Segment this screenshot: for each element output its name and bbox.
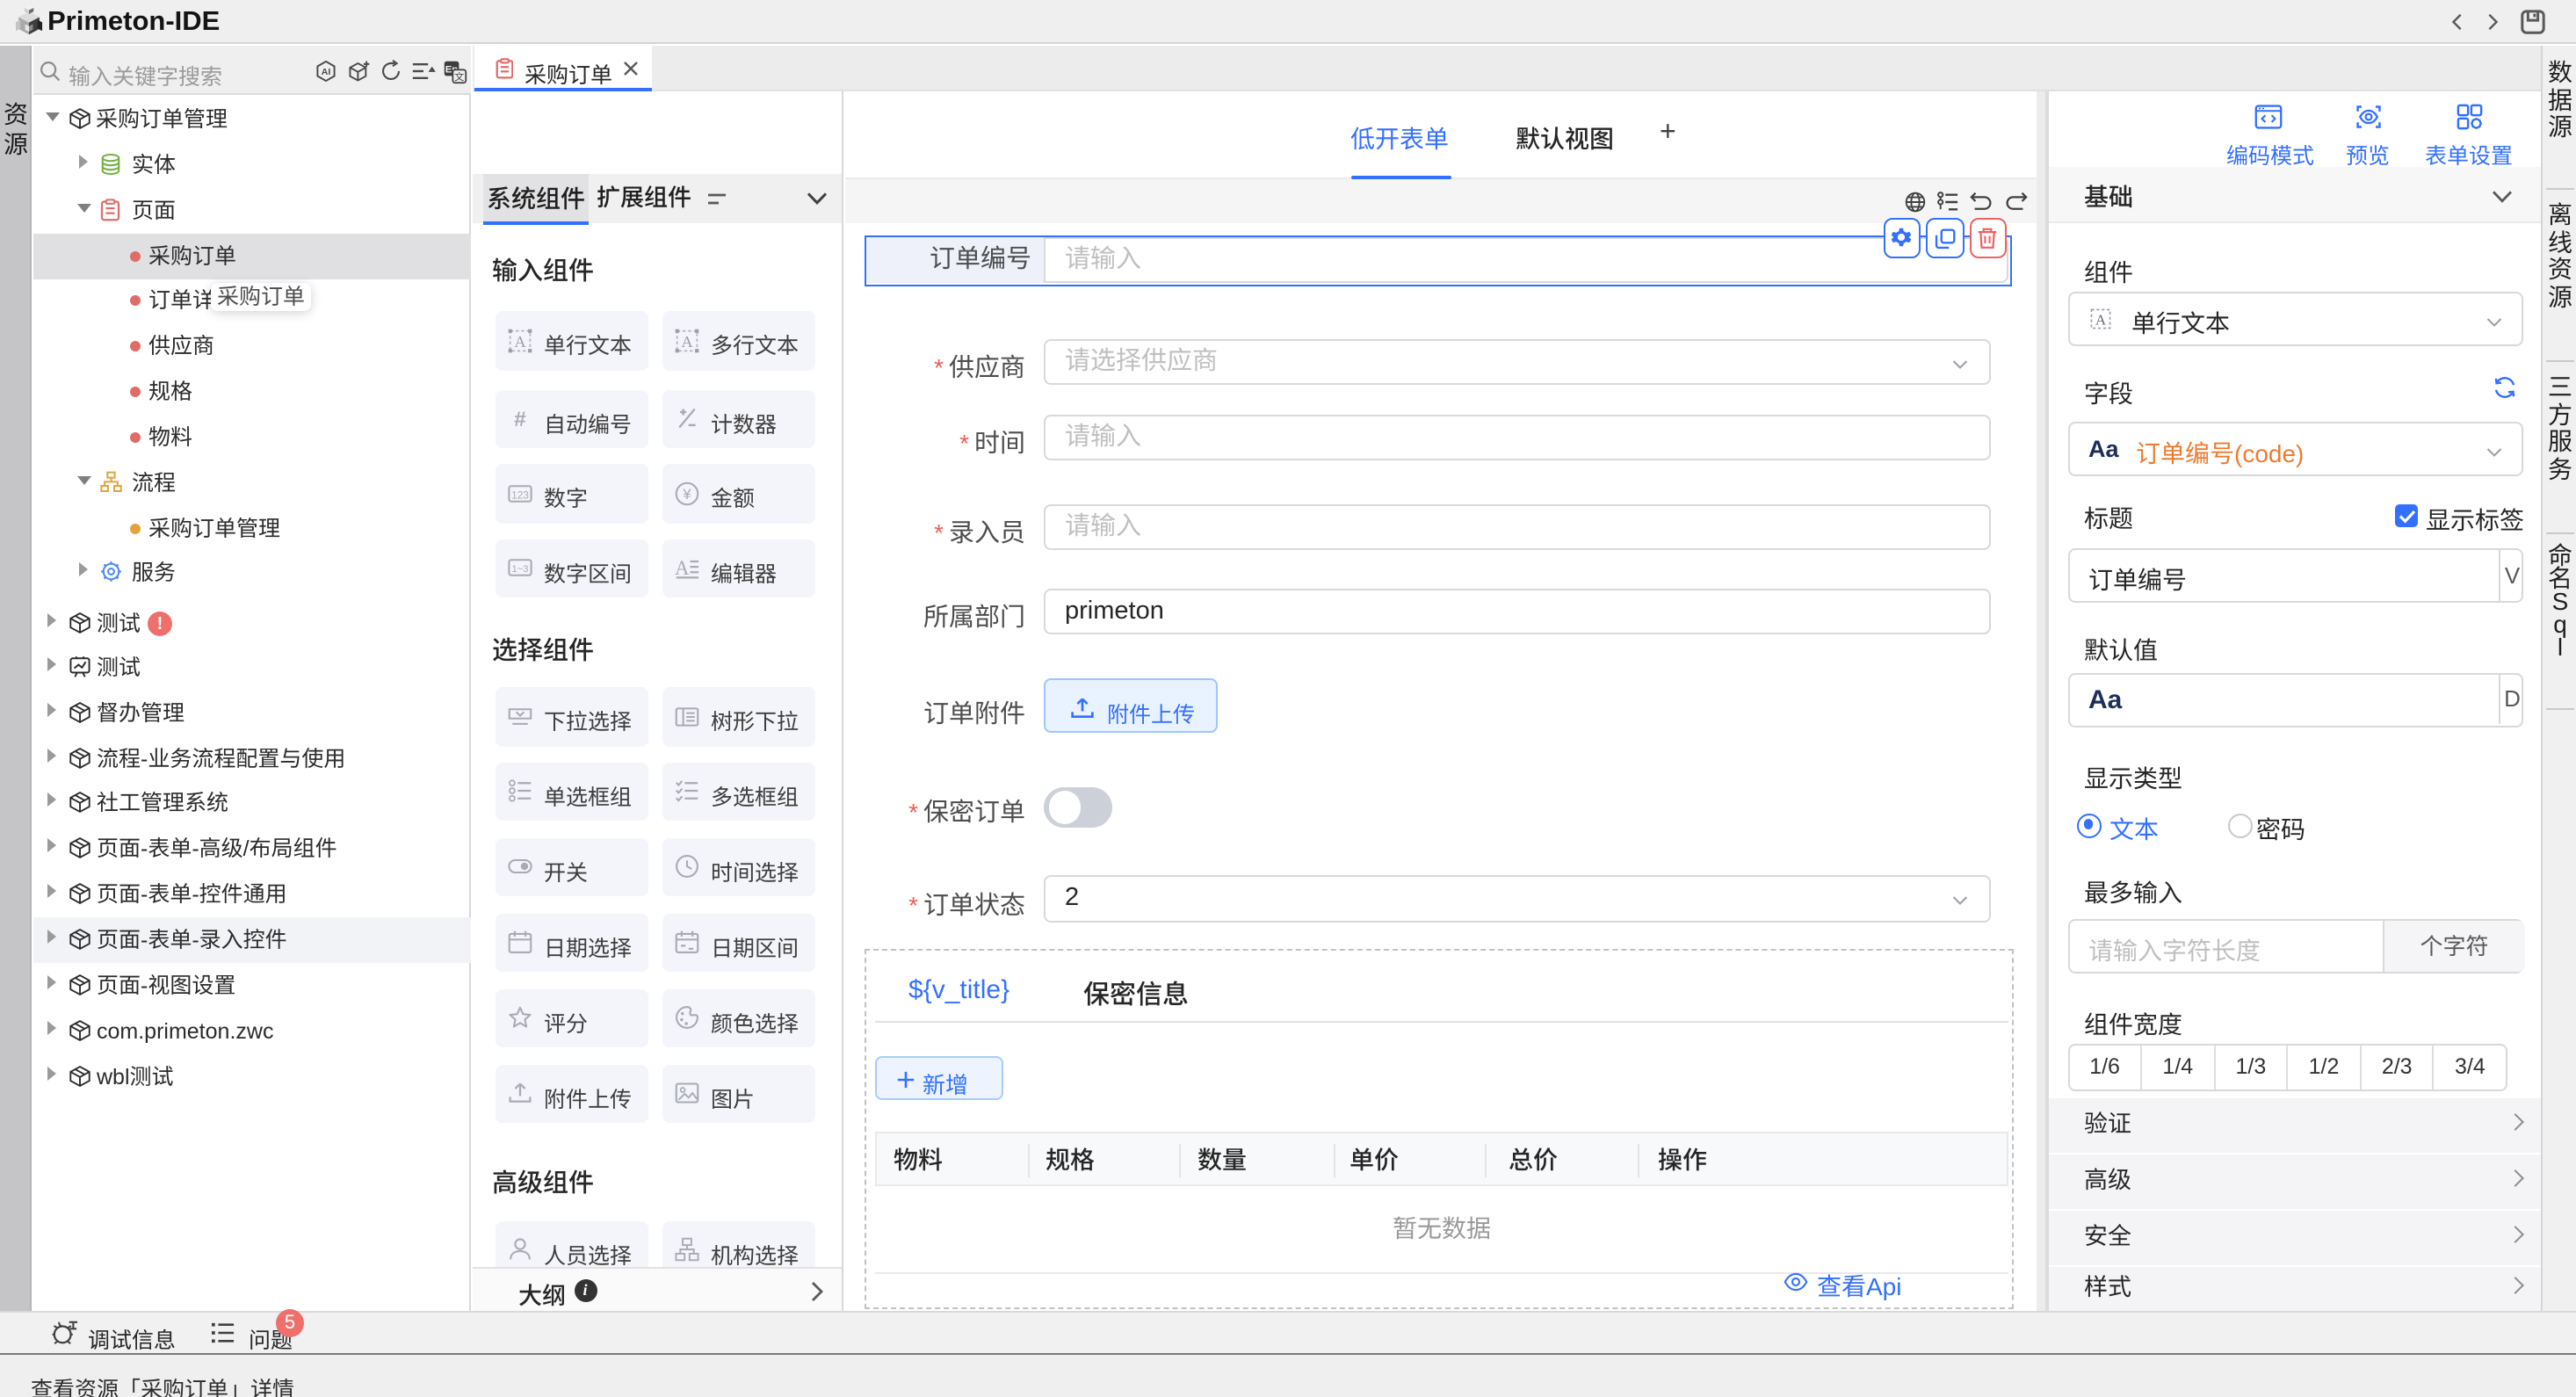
svg-text:A: A xyxy=(680,332,692,350)
svg-text:A: A xyxy=(674,557,689,579)
svg-text:文: 文 xyxy=(454,70,464,82)
svg-text:AI: AI xyxy=(322,67,331,77)
svg-text:A: A xyxy=(2095,312,2106,329)
svg-text:123: 123 xyxy=(510,488,528,500)
svg-text:1~3: 1~3 xyxy=(511,564,528,575)
svg-text:#: # xyxy=(513,408,525,431)
svg-text:¥: ¥ xyxy=(681,485,691,502)
svg-text:A: A xyxy=(513,332,525,350)
